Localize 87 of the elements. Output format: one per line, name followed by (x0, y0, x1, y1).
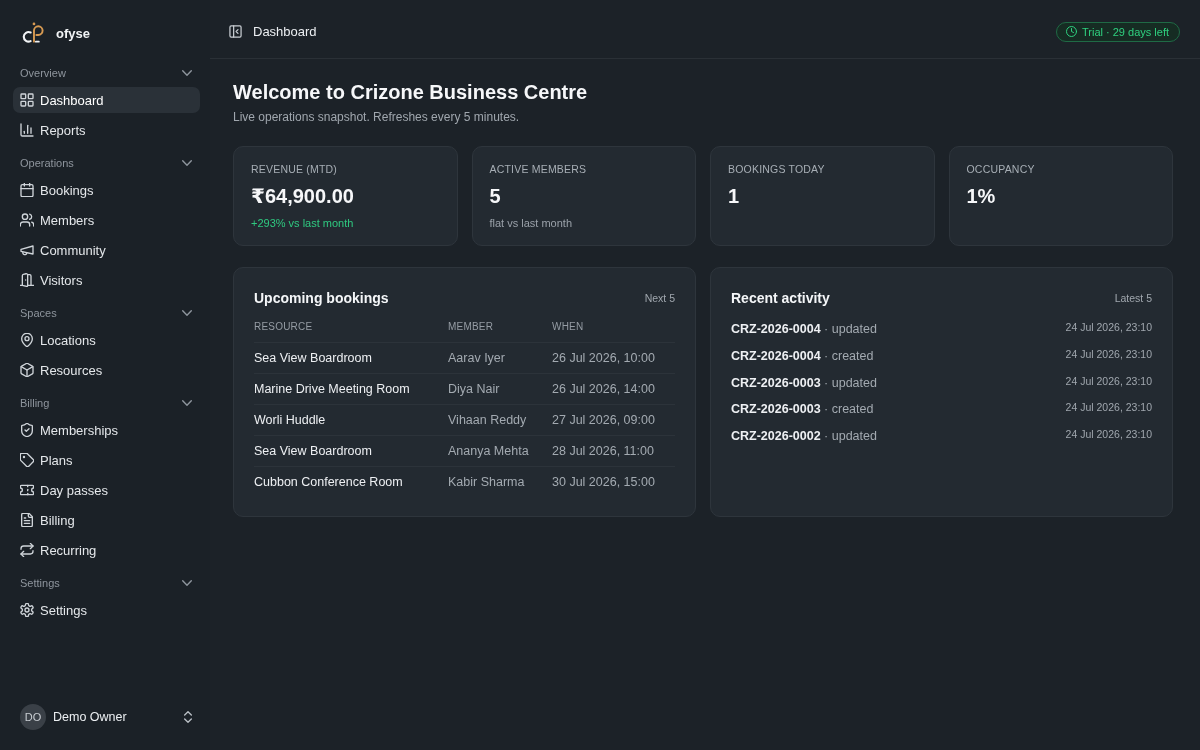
sidebar-item[interactable]: Locations (13, 327, 200, 353)
sidebar-item[interactable]: Bookings (13, 177, 200, 203)
chevrons-up-down-icon (184, 711, 192, 723)
sidebar-section-toggle[interactable]: Overview (13, 62, 200, 84)
welcome-heading: Welcome to Crizone Business Centre (233, 80, 589, 105)
table-cell: Sea View Boardroom (254, 435, 448, 466)
stat-label: ACTIVE MEMBERS (489, 162, 588, 176)
door-icon (20, 273, 34, 287)
stat-label: BOOKINGS TODAY (728, 162, 826, 176)
stat-note: flat vs last month (489, 216, 574, 230)
activity-text: CRZ-2026-0004 · updated (731, 321, 877, 338)
stat-value: ₹64,900.00 (251, 184, 355, 209)
column-header: WHEN (552, 320, 585, 334)
sidebar-item[interactable]: Resources (13, 357, 200, 383)
panel-title: Upcoming bookings (254, 290, 389, 306)
table-cell: Worli Huddle (254, 404, 448, 435)
sidebar-item[interactable]: Memberships (13, 417, 200, 443)
sidebar-section-toggle[interactable]: Operations (13, 152, 200, 174)
table-cell: Vihaan Reddy (448, 404, 552, 435)
stat-label: REVENUE (MTD) (251, 162, 338, 176)
sidebar-item[interactable]: Visitors (13, 267, 200, 293)
table-cell: Diya Nair (448, 373, 552, 404)
table-cell: Kabir Sharma (448, 466, 552, 497)
sidebar-item[interactable]: Plans (13, 447, 200, 473)
stat-value: 1% (966, 184, 997, 209)
sidebar-item[interactable]: Members (13, 207, 200, 233)
panel-count: Latest 5 (1114, 292, 1152, 304)
panel-title: Recent activity (731, 290, 830, 306)
sidebar-item[interactable]: Reports (13, 117, 200, 143)
sidebar-item[interactable]: Settings (13, 597, 200, 623)
activity-text: CRZ-2026-0004 · created (731, 347, 874, 365)
repeat-icon (20, 543, 34, 557)
brand-name: ofyse (56, 25, 90, 41)
clock-icon (1066, 26, 1077, 37)
activity-text: CRZ-2026-0003 · created (731, 401, 874, 419)
sidebar-section-toggle[interactable]: Spaces (13, 302, 200, 324)
map-pin-icon (20, 333, 34, 347)
logo-icon (22, 21, 45, 45)
page-title: Dashboard (253, 24, 318, 39)
activity-time: 24 Jul 2026, 23:10 (1065, 373, 1152, 388)
sidebar-item[interactable]: Recurring (13, 537, 200, 563)
table-cell: Sea View Boardroom (254, 342, 448, 373)
cube-icon (20, 363, 34, 377)
panel-count: Next 5 (644, 292, 675, 304)
panel-left-icon (229, 25, 242, 38)
table-cell: 28 Jul 2026, 11:00 (552, 435, 675, 466)
activity-time: 24 Jul 2026, 23:10 (1065, 427, 1152, 442)
table-cell: 27 Jul 2026, 09:00 (552, 404, 675, 435)
welcome-subtitle: Live operations snapshot. Refreshes every 5 minutes. (233, 109, 521, 125)
tag-icon (20, 453, 34, 467)
trial-status-text: Trial · 29 days left (1082, 25, 1169, 38)
table-cell: 26 Jul 2026, 14:00 (552, 373, 675, 404)
users-icon (20, 213, 34, 227)
sidebar-item[interactable]: Community (13, 237, 200, 263)
sidebar-section-toggle[interactable]: Billing (13, 392, 200, 414)
shield-check-icon (20, 423, 34, 437)
stat-label: OCCUPANCY (966, 162, 1036, 176)
calendar-icon (20, 183, 34, 197)
table-cell: Marine Drive Meeting Room (254, 373, 448, 404)
grid-icon (20, 93, 34, 107)
table-cell: 26 Jul 2026, 10:00 (552, 342, 675, 373)
settings-icon (20, 603, 34, 617)
table-cell: Ananya Mehta (448, 435, 552, 466)
ticket-icon (20, 483, 34, 497)
stat-value: 1 (728, 184, 741, 209)
document-icon (20, 513, 34, 527)
bar-chart-icon (20, 123, 34, 137)
activity-text: CRZ-2026-0002 · updated (731, 428, 877, 446)
megaphone-icon (20, 243, 34, 257)
sidebar-item[interactable]: Dashboard (13, 87, 200, 113)
user-avatar: DO (20, 704, 46, 730)
table-cell: 30 Jul 2026, 15:00 (552, 466, 675, 497)
stat-note: +293% vs last month (251, 216, 355, 230)
table-cell: Aarav Iyer (448, 342, 552, 373)
activity-time: 24 Jul 2026, 23:10 (1065, 320, 1152, 334)
column-header: MEMBER (448, 320, 495, 334)
stat-value: 5 (489, 184, 502, 209)
sidebar-toggle-button[interactable] (228, 24, 243, 39)
sidebar-item[interactable]: Billing (13, 507, 200, 533)
activity-text: CRZ-2026-0003 · updated (731, 374, 877, 392)
user-menu-button[interactable]: DO Demo Owner (13, 702, 200, 732)
sidebar-item[interactable]: Day passes (13, 477, 200, 503)
sidebar-section-toggle[interactable]: Settings (13, 572, 200, 594)
column-header: RESOURCE (254, 320, 314, 334)
activity-time: 24 Jul 2026, 23:10 (1065, 346, 1152, 361)
table-cell: Cubbon Conference Room (254, 466, 448, 497)
activity-time: 24 Jul 2026, 23:10 (1065, 400, 1152, 415)
